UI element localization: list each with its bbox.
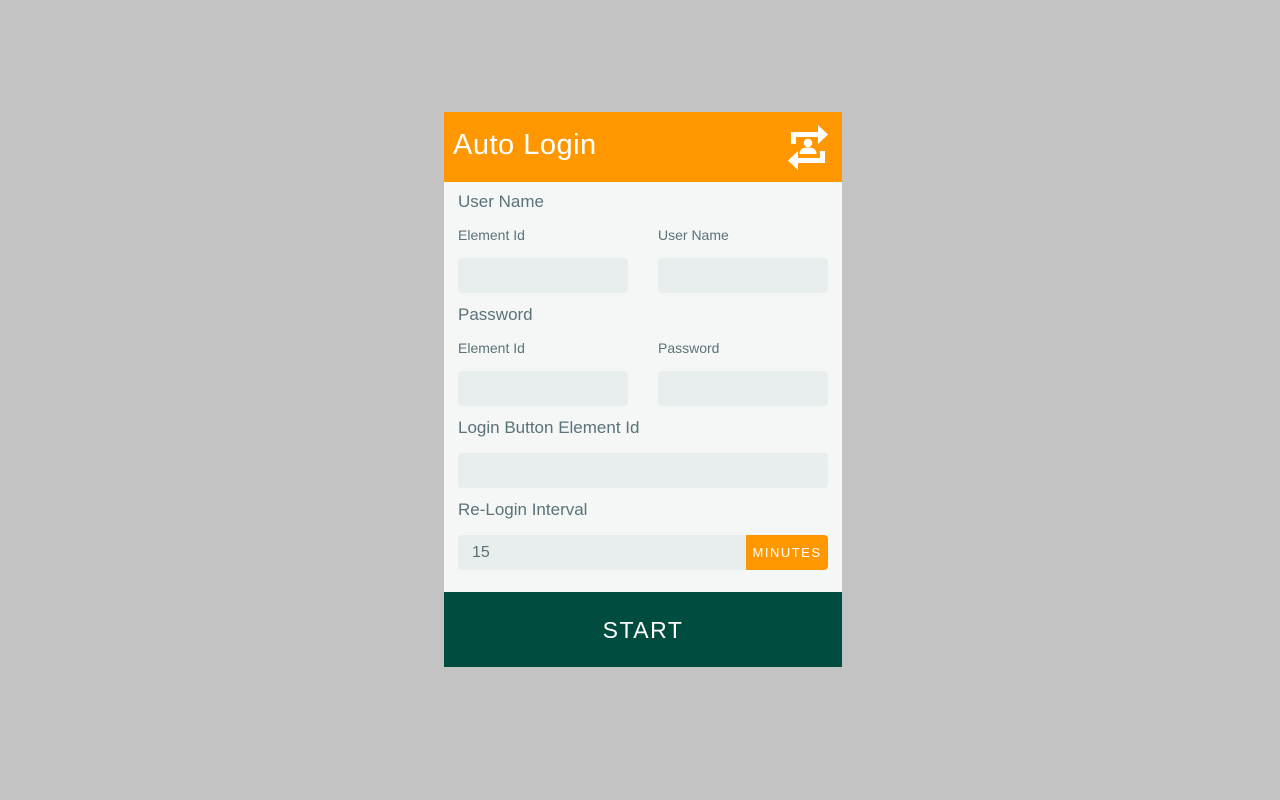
password-value-label: Password <box>658 340 720 356</box>
auto-login-panel: Auto Login User Name Element Id User Nam… <box>444 112 842 667</box>
login-button-section-heading: Login Button Element Id <box>458 418 640 437</box>
app-title: Auto Login <box>453 129 597 161</box>
password-section-heading: Password <box>458 305 533 324</box>
header-bar: Auto Login <box>444 112 842 182</box>
username-element-id-label: Element Id <box>458 227 525 243</box>
username-value-label: User Name <box>658 227 729 243</box>
minutes-unit-label: MINUTES <box>746 535 828 570</box>
username-input[interactable] <box>658 258 828 293</box>
login-button-element-id-input[interactable] <box>458 453 828 488</box>
user-swap-icon <box>788 125 828 170</box>
interval-input[interactable] <box>458 535 746 570</box>
username-section-heading: User Name <box>458 192 544 211</box>
password-input[interactable] <box>658 371 828 406</box>
interval-section-heading: Re-Login Interval <box>458 500 588 519</box>
username-element-id-input[interactable] <box>458 258 628 293</box>
password-element-id-label: Element Id <box>458 340 525 356</box>
password-element-id-input[interactable] <box>458 371 628 406</box>
start-button[interactable]: START <box>444 592 842 667</box>
